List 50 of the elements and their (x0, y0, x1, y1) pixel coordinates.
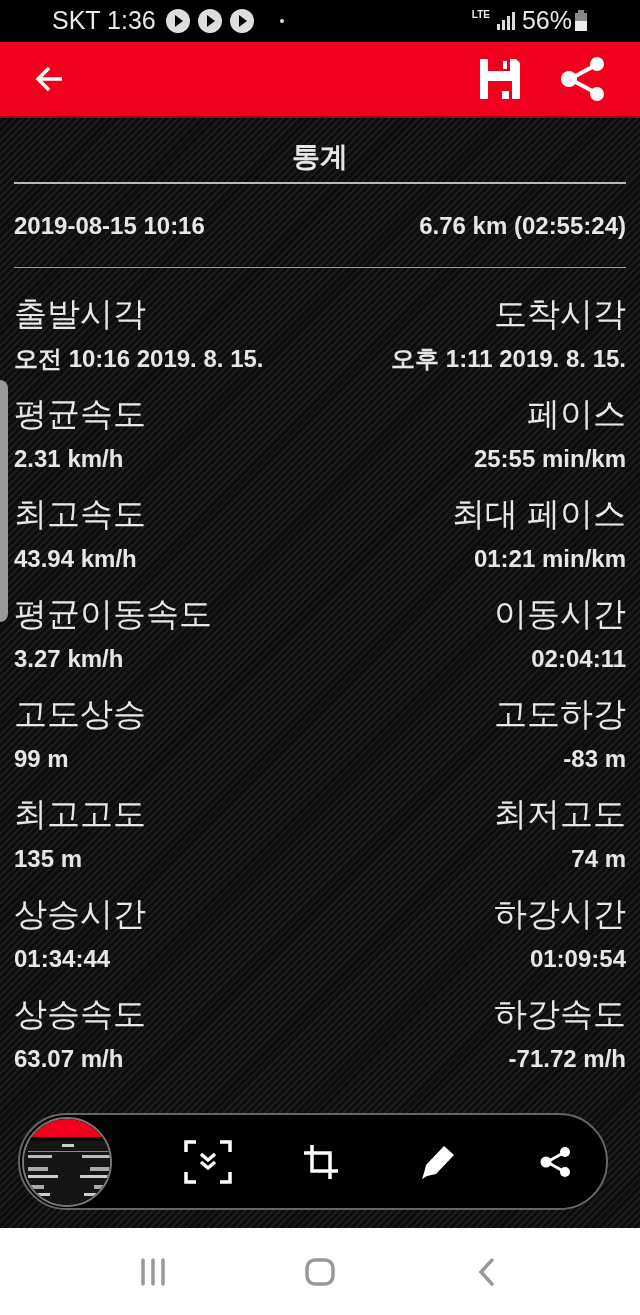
stat-value: 02:04:11 (531, 644, 626, 674)
share-icon[interactable] (540, 1145, 572, 1178)
play-icon (197, 9, 222, 33)
battery-icon (574, 10, 588, 32)
save-icon[interactable] (478, 57, 522, 101)
stat-label: 도착시각 (494, 294, 626, 334)
stat-value: 99 m (14, 744, 69, 774)
stat-label: 고도상승 (14, 694, 146, 734)
stat-value: 74 m (571, 844, 626, 874)
stat-label: 페이스 (527, 394, 626, 434)
stat-label: 상승속도 (14, 994, 146, 1034)
signal-icon (495, 11, 516, 31)
stat-label: 평균이동속도 (14, 594, 212, 634)
stat-value: -83 m (563, 744, 626, 774)
crop-icon[interactable] (302, 1142, 340, 1181)
battery-percent: 56% (521, 5, 572, 37)
stat-value: 63.07 m/h (14, 1044, 124, 1074)
scroll-capture-icon[interactable] (184, 1139, 232, 1184)
stat-label: 고도하강 (494, 694, 626, 734)
stat-label: 최저고도 (494, 794, 626, 834)
stat-label: 하강속도 (494, 994, 626, 1034)
stat-value: 135 m (14, 844, 83, 874)
play-icon (165, 9, 190, 33)
play-icon (229, 9, 254, 33)
stat-label: 평균속도 (14, 394, 146, 434)
stat-label: 출발시각 (14, 294, 146, 334)
stat-label: 최대 페이스 (451, 494, 626, 534)
stat-label: 최고속도 (14, 494, 146, 534)
section-title: 통계 (292, 140, 348, 174)
stat-value: 25:55 min/km (473, 444, 626, 474)
distance-duration: 6.76 km (02:55:24) (419, 210, 626, 241)
stat-value: 오후 1:11 2019. 8. 15. (391, 344, 626, 374)
date-time: 2019-08-15 10:16 (14, 210, 205, 241)
stat-label: 이동시간 (494, 594, 626, 634)
stat-label: 상승시간 (14, 894, 146, 934)
stat-value: 01:34:44 (14, 944, 111, 974)
stat-value: 3.27 km/h (14, 644, 124, 674)
stat-value: 2.31 km/h (14, 444, 124, 474)
pencil-icon[interactable] (420, 1143, 456, 1180)
stat-value: 01:21 min/km (473, 544, 626, 574)
stat-value: 오전 10:16 2019. 8. 15. (14, 344, 264, 374)
status-time: SKT 1:36 (52, 5, 156, 37)
stat-value: 43.94 km/h (14, 544, 137, 574)
network-type: LTE (471, 10, 490, 20)
stat-value: 01:09:54 (529, 944, 626, 974)
stat-label: 하강시간 (494, 894, 626, 934)
stat-label: 최고고도 (14, 794, 146, 834)
stat-value: -71.72 m/h (508, 1044, 626, 1074)
scroll-handle[interactable] (0, 380, 8, 622)
home-button[interactable] (305, 1256, 335, 1287)
